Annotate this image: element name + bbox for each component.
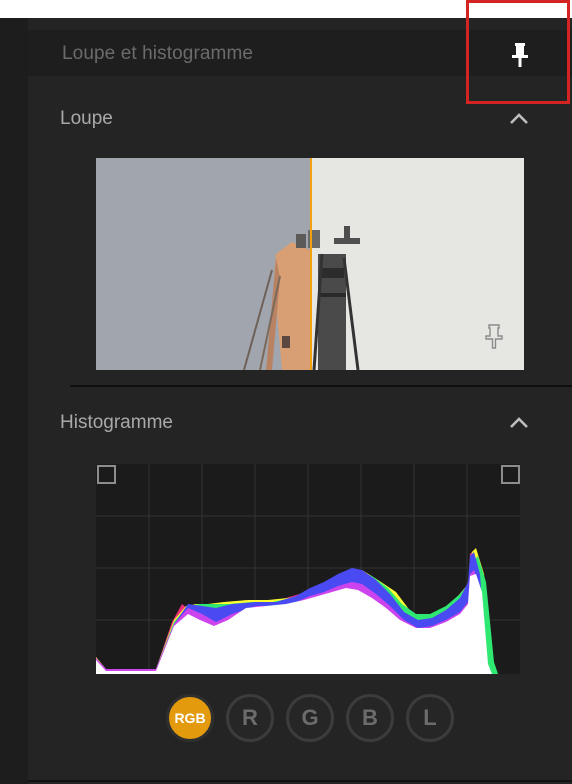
channel-l-button[interactable]: L bbox=[406, 694, 454, 742]
shadow-clip-toggle[interactable] bbox=[97, 465, 116, 484]
loupe-collapse-button[interactable] bbox=[507, 107, 531, 131]
chevron-up-icon bbox=[510, 113, 528, 124]
loupe-preview[interactable] bbox=[96, 158, 524, 370]
highlight-box bbox=[466, 0, 570, 104]
chevron-up-icon bbox=[510, 417, 528, 428]
channel-r-button[interactable]: R bbox=[226, 694, 274, 742]
panel-title: Loupe et histogramme bbox=[62, 43, 254, 64]
histogram-graphic bbox=[96, 464, 520, 674]
loupe-histogram-panel: Loupe et histogramme Loupe Histogramme R… bbox=[28, 18, 572, 784]
histogram-chart bbox=[96, 464, 520, 674]
channel-rgb-button[interactable]: RGB bbox=[166, 694, 214, 742]
histogram-collapse-button[interactable] bbox=[507, 411, 531, 435]
highlight-clip-toggle[interactable] bbox=[501, 465, 520, 484]
section-divider bbox=[70, 385, 572, 387]
channel-g-button[interactable]: G bbox=[286, 694, 334, 742]
channel-b-button[interactable]: B bbox=[346, 694, 394, 742]
loupe-title: Loupe bbox=[60, 108, 113, 129]
channel-selector: RGB R G B L bbox=[166, 694, 454, 744]
left-strip bbox=[0, 18, 28, 784]
histogram-title: Histogramme bbox=[60, 412, 173, 433]
loupe-image bbox=[96, 158, 524, 370]
panel-bottom-border bbox=[28, 780, 572, 782]
